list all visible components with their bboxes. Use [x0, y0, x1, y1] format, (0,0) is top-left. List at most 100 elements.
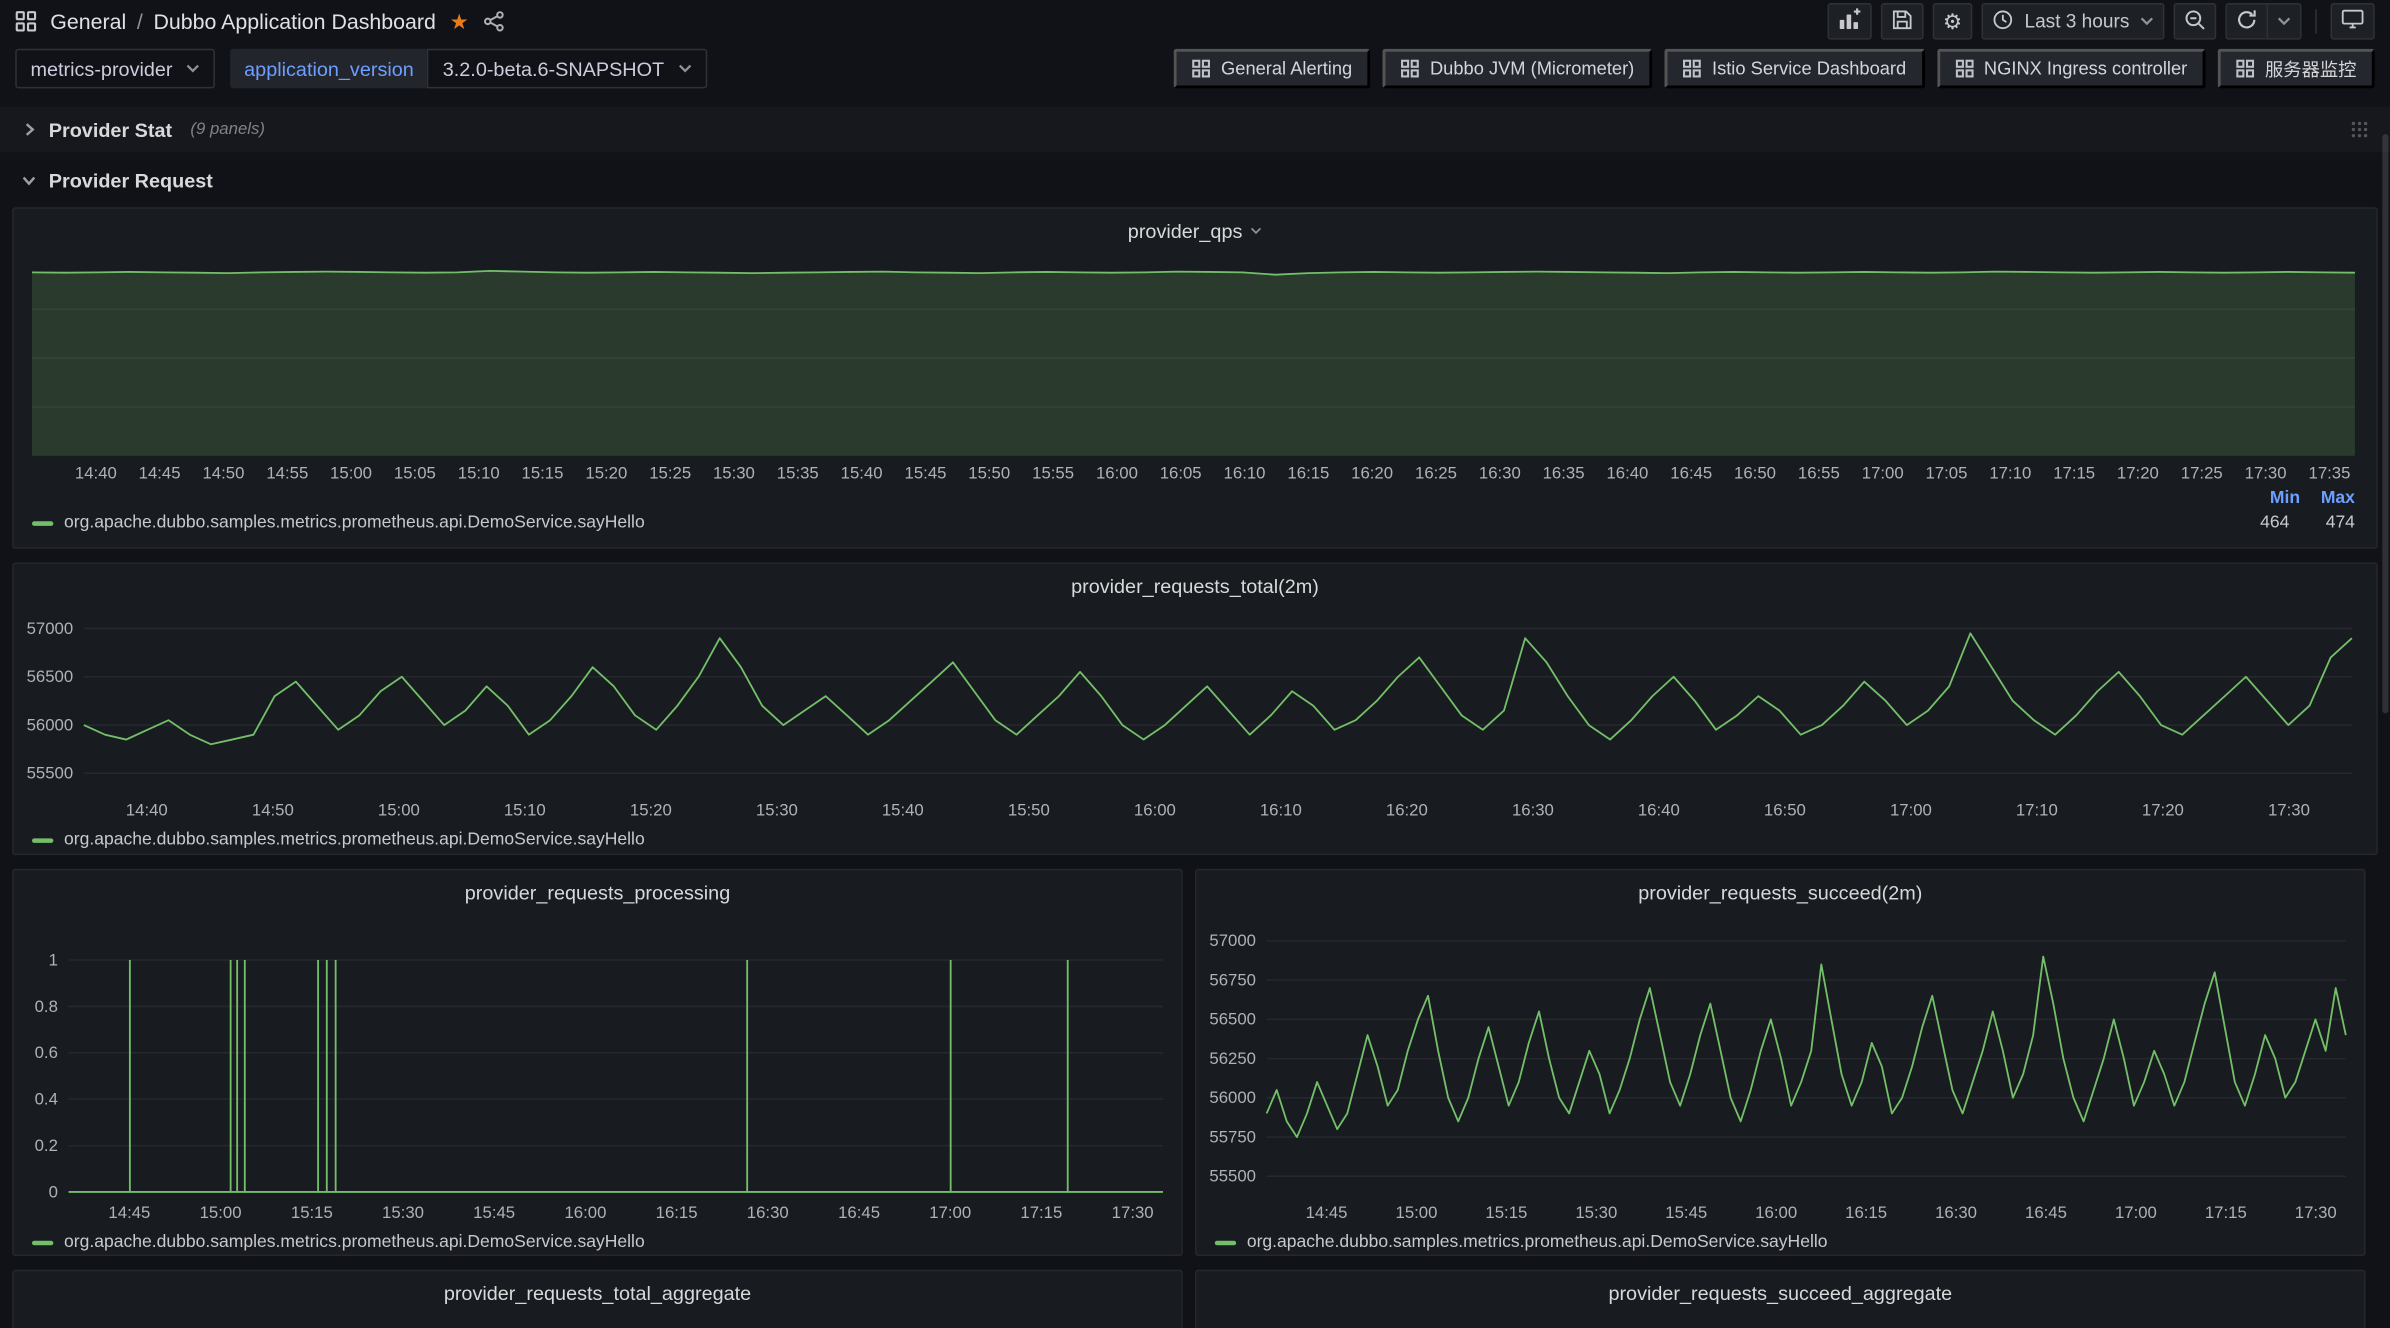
time-range-picker[interactable]: Last 3 hours — [1982, 3, 2165, 40]
legend-item[interactable]: org.apache.dubbo.samples.metrics.prometh… — [14, 1225, 1182, 1255]
svg-text:17:05: 17:05 — [1925, 464, 1967, 483]
svg-text:16:00: 16:00 — [1755, 1203, 1797, 1222]
panel-row: provider_requests_total_aggregate provid… — [12, 1270, 2378, 1328]
row-provider-request[interactable]: Provider Request — [0, 157, 2390, 203]
requests-succeed-chart[interactable]: 5550055750560005625056500567505700014:45… — [1197, 913, 2365, 1225]
svg-text:15:55: 15:55 — [1032, 464, 1074, 483]
share-icon[interactable] — [482, 11, 503, 32]
svg-text:16:05: 16:05 — [1160, 464, 1202, 483]
svg-text:0.8: 0.8 — [35, 997, 58, 1016]
dashboard-link-server-monitor[interactable]: 服务器监控 — [2218, 49, 2375, 89]
svg-text:16:00: 16:00 — [1134, 800, 1176, 819]
svg-text:17:35: 17:35 — [2309, 464, 2351, 483]
svg-text:16:20: 16:20 — [1351, 464, 1393, 483]
svg-text:17:15: 17:15 — [1020, 1203, 1062, 1222]
variable-application-version: application_version 3.2.0-beta.6-SNAPSHO… — [230, 49, 706, 89]
panel-title[interactable]: provider_requests_total_aggregate — [14, 1271, 1182, 1314]
dashboard-link-dubbo-jvm[interactable]: Dubbo JVM (Micrometer) — [1383, 49, 1653, 89]
dashboard-settings-button[interactable]: ⚙ — [1932, 3, 1972, 40]
panel-title-text: provider_requests_succeed_aggregate — [1608, 1281, 1952, 1304]
link-label: 服务器监控 — [2265, 56, 2356, 82]
svg-text:0.4: 0.4 — [35, 1089, 58, 1108]
variable-application-version-picker[interactable]: 3.2.0-beta.6-SNAPSHOT — [428, 49, 707, 89]
dashboard-link-istio-service[interactable]: Istio Service Dashboard — [1665, 49, 1925, 89]
apps-icon — [1955, 59, 1973, 77]
apps-menu-icon[interactable] — [15, 11, 36, 32]
add-panel-button[interactable] — [1827, 3, 1871, 40]
svg-text:14:50: 14:50 — [202, 464, 244, 483]
toolbar-divider — [2315, 9, 2317, 33]
svg-text:17:10: 17:10 — [1989, 464, 2031, 483]
apps-icon — [2236, 59, 2254, 77]
page-scrollbar[interactable] — [2382, 134, 2388, 713]
svg-text:15:20: 15:20 — [630, 800, 672, 819]
legend-item[interactable]: org.apache.dubbo.samples.metrics.prometh… — [32, 514, 2355, 532]
panel-title[interactable]: provider_requests_total(2m) — [14, 564, 2377, 607]
svg-text:15:00: 15:00 — [200, 1203, 242, 1222]
dashboard-link-nginx-ingress[interactable]: NGINX Ingress controller — [1937, 49, 2206, 89]
row-drag-handle-icon[interactable] — [2350, 120, 2368, 138]
qps-chart[interactable]: 14:4014:4514:5014:5515:0015:0515:1015:15… — [14, 251, 2364, 486]
svg-text:14:40: 14:40 — [126, 800, 168, 819]
save-dashboard-button[interactable] — [1880, 3, 1923, 40]
variable-metrics-provider[interactable]: metrics-provider — [15, 49, 215, 89]
legend-max-header[interactable]: Max — [2300, 489, 2355, 507]
svg-text:15:30: 15:30 — [756, 800, 798, 819]
row-provider-stat[interactable]: Provider Stat (9 panels) — [0, 107, 2390, 153]
panel-title[interactable]: provider_qps — [14, 209, 2377, 252]
chevron-down-icon — [186, 64, 200, 73]
link-label: NGINX Ingress controller — [1984, 58, 2187, 79]
panel-menu-chevron-icon — [1250, 226, 1262, 234]
kiosk-mode-button[interactable] — [2331, 3, 2375, 40]
panel-provider-requests-succeed: provider_requests_succeed(2m) 5550055750… — [1195, 869, 2366, 1256]
row-title: Provider Stat — [49, 118, 172, 141]
svg-text:15:45: 15:45 — [473, 1203, 515, 1222]
top-navbar: General / Dubbo Application Dashboard ★ — [0, 0, 2390, 43]
svg-text:15:20: 15:20 — [585, 464, 627, 483]
series-name: org.apache.dubbo.samples.metrics.prometh… — [1247, 1233, 1828, 1251]
legend-min-header[interactable]: Min — [2239, 489, 2300, 507]
panel-title[interactable]: provider_requests_succeed(2m) — [1197, 870, 2365, 913]
dashboard-link-general-alerting[interactable]: General Alerting — [1174, 49, 1371, 89]
svg-text:56750: 56750 — [1209, 970, 1256, 989]
zoom-out-button[interactable] — [2174, 3, 2217, 40]
grafana-dashboard: General / Dubbo Application Dashboard ★ — [0, 0, 2390, 1328]
chevron-down-icon — [678, 64, 692, 73]
svg-text:15:30: 15:30 — [713, 464, 755, 483]
favorite-star-icon[interactable]: ★ — [450, 11, 469, 32]
panel-row: provider_requests_processing 00.20.40.60… — [12, 869, 2378, 1256]
svg-text:16:35: 16:35 — [1543, 464, 1585, 483]
legend-item[interactable]: org.apache.dubbo.samples.metrics.prometh… — [14, 823, 2377, 855]
requests-total-chart[interactable]: 5550056000565005700014:4014:5015:0015:10… — [14, 607, 2364, 823]
svg-text:16:30: 16:30 — [1512, 800, 1554, 819]
add-panel-icon — [1838, 8, 1861, 35]
breadcrumb-dashboard-title[interactable]: Dubbo Application Dashboard — [153, 9, 435, 33]
panel-title[interactable]: provider_requests_succeed_aggregate — [1197, 1271, 2365, 1314]
save-icon — [1891, 8, 1912, 34]
svg-text:15:25: 15:25 — [649, 464, 691, 483]
link-label: Istio Service Dashboard — [1712, 58, 1906, 79]
gear-icon: ⚙ — [1943, 11, 1962, 32]
svg-text:17:10: 17:10 — [2016, 800, 2058, 819]
svg-text:0.6: 0.6 — [35, 1043, 58, 1062]
refresh-button[interactable] — [2225, 3, 2266, 40]
svg-text:16:20: 16:20 — [1386, 800, 1428, 819]
series-color-swatch — [32, 838, 53, 843]
apps-icon — [1192, 59, 1210, 77]
svg-text:15:15: 15:15 — [1485, 1203, 1527, 1222]
svg-text:14:45: 14:45 — [108, 1203, 150, 1222]
svg-text:16:55: 16:55 — [1798, 464, 1840, 483]
svg-text:17:30: 17:30 — [2295, 1203, 2337, 1222]
panel-title[interactable]: provider_requests_processing — [14, 870, 1182, 913]
legend-header: Min Max — [32, 489, 2355, 507]
requests-processing-chart[interactable]: 00.20.40.60.8114:4515:0015:1515:3015:451… — [14, 913, 1182, 1225]
svg-text:16:40: 16:40 — [1606, 464, 1648, 483]
breadcrumb-folder[interactable]: General — [50, 9, 126, 33]
legend-item[interactable]: org.apache.dubbo.samples.metrics.prometh… — [1197, 1225, 2365, 1255]
refresh-interval-dropdown[interactable] — [2267, 3, 2302, 40]
variable-value: 3.2.0-beta.6-SNAPSHOT — [443, 57, 664, 80]
chevron-down-icon — [2140, 17, 2154, 26]
qps-legend: Min Max org.apache.dubbo.samples.metrics… — [14, 486, 2377, 532]
svg-text:16:45: 16:45 — [2025, 1203, 2067, 1222]
refresh-icon — [2236, 8, 2257, 34]
